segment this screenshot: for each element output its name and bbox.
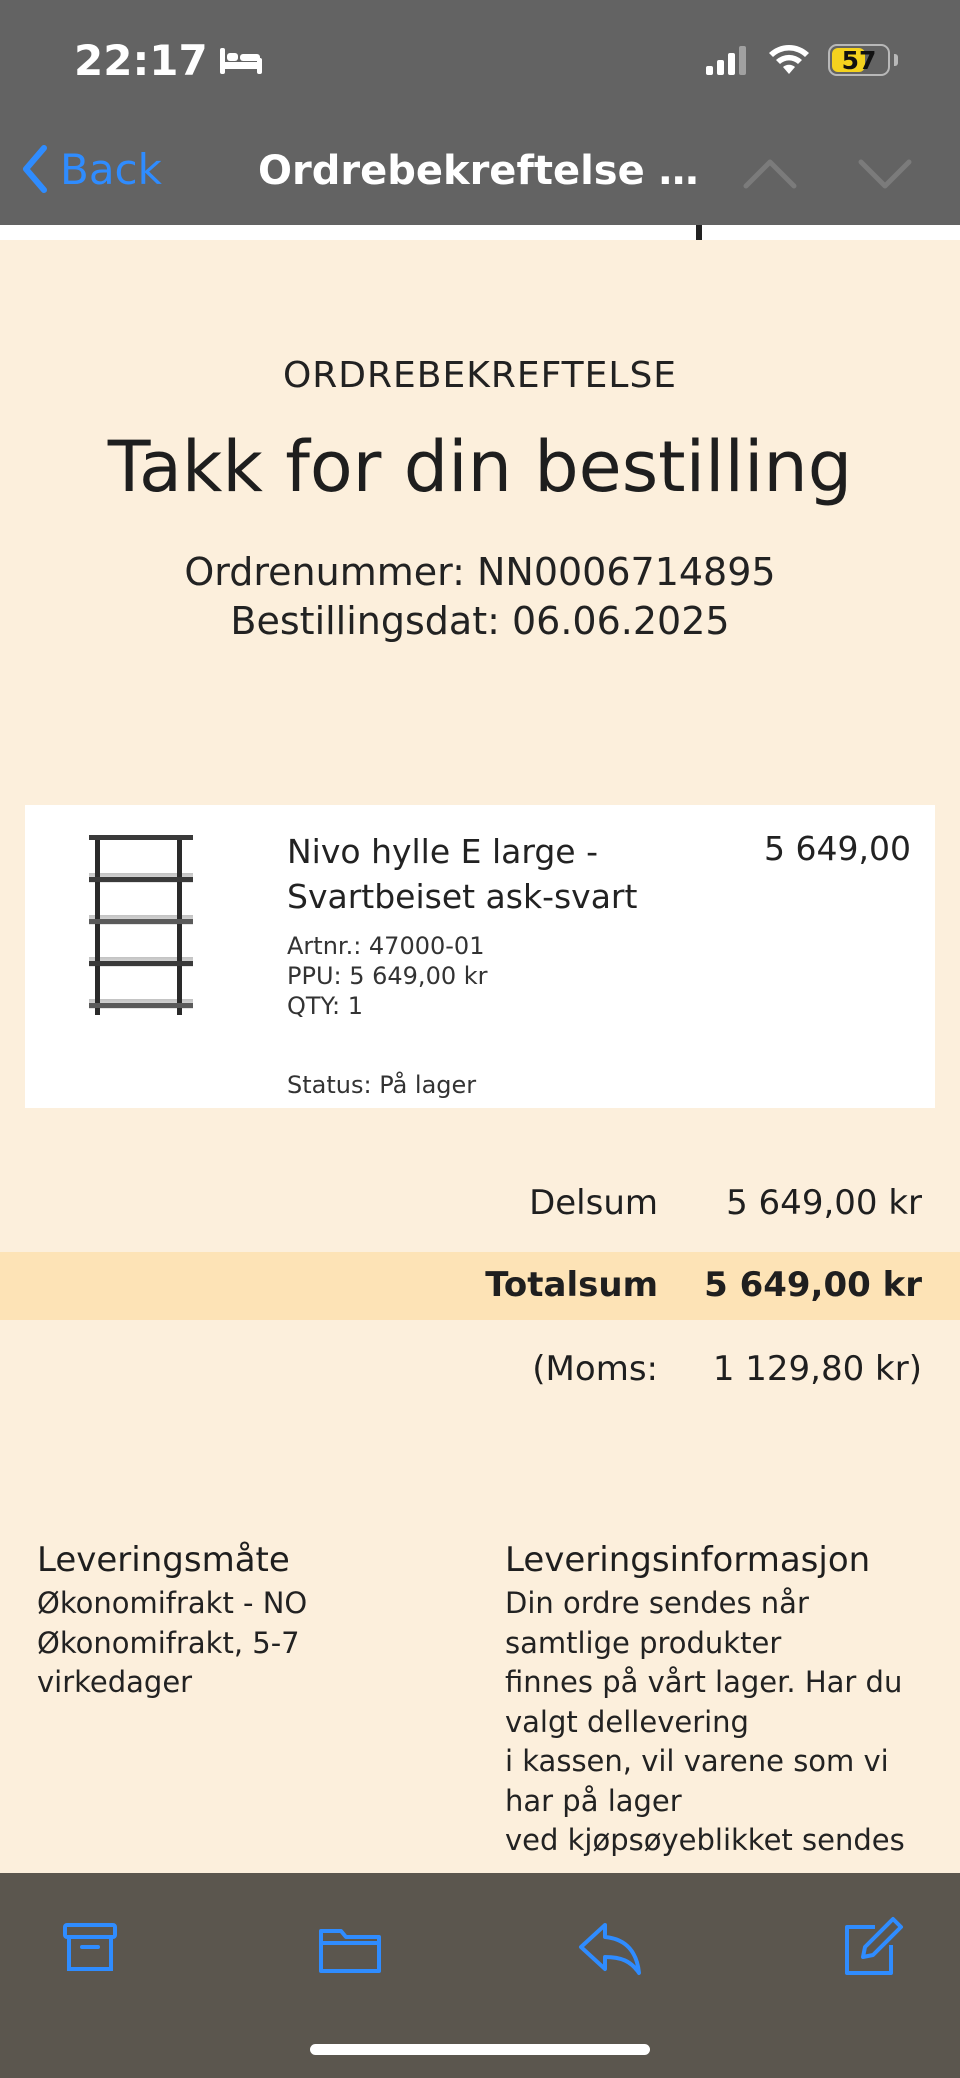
delivery-info-line: har på lager <box>505 1783 682 1818</box>
vat-label: (Moms: <box>532 1349 658 1389</box>
folder-icon[interactable] <box>315 1913 385 1983</box>
archive-icon[interactable] <box>55 1913 125 1983</box>
chevron-left-icon <box>23 145 47 193</box>
divider-strip <box>0 225 960 240</box>
delivery-method-heading: Leveringsmåte <box>37 1540 290 1580</box>
page-title: Takk for din bestilling <box>107 426 853 508</box>
product-details: Artnr.: 47000-01 PPU: 5 649,00 kr QTY: 1 <box>287 931 488 1021</box>
email-body: ORDREBEKREFTELSE Takk for din bestilling… <box>0 225 960 1389</box>
previous-message-button[interactable] <box>740 148 800 198</box>
next-message-button[interactable] <box>855 148 915 198</box>
delivery-info-line: valgt dellevering <box>505 1704 749 1739</box>
compose-icon[interactable] <box>835 1913 905 1983</box>
product-ppu: PPU: 5 649,00 kr <box>287 962 488 990</box>
product-name: Nivo hylle E large - Svartbeiset ask-sva… <box>287 832 638 916</box>
delivery-info-heading: Leveringsinformasjon <box>505 1540 871 1580</box>
subtotal-value: 5 649,00 kr <box>726 1183 922 1223</box>
home-indicator <box>310 2044 650 2055</box>
delivery-info-line: ved kjøpsøyeblikket sendes <box>505 1823 905 1857</box>
subtotal-label: Delsum <box>529 1183 658 1223</box>
back-button[interactable]: Back <box>20 144 162 194</box>
product-status: Status: På lager <box>287 1071 477 1099</box>
order-date: Bestillingsdat: 06.06.2025 <box>230 599 730 643</box>
delivery-info-line: samtlige produkter <box>505 1625 782 1660</box>
delivery-info-line: i kassen, vil varene som vi <box>505 1744 889 1778</box>
back-label: Back <box>60 144 162 194</box>
delivery-method-line: Økonomifrakt - NO <box>37 1586 308 1620</box>
order-number: Ordrenummer: NN0006714895 <box>184 550 776 594</box>
email-subject-title: Ordrebekreftelse NN... <box>258 148 708 194</box>
delivery-method: Leveringsmåte Økonomifrakt - NO Økonomif… <box>37 1540 437 1703</box>
product-image <box>89 835 193 1015</box>
product-qty: QTY: 1 <box>287 992 364 1020</box>
navigation-bar: Back Ordrebekreftelse NN... <box>0 130 960 225</box>
confirmation-kicker: ORDREBEKREFTELSE <box>282 355 678 396</box>
vat-row: (Moms: 1 129,80 kr) <box>0 1336 960 1404</box>
sleep-focus-icon <box>219 47 262 74</box>
battery-indicator: 57 <box>828 44 890 76</box>
status-bar: 22:17 57 <box>0 0 960 130</box>
delivery-info-line: finnes på vårt lager. Har du <box>505 1665 903 1699</box>
status-indicators: 57 <box>706 44 898 76</box>
signal-icon <box>706 46 746 75</box>
order-meta: Ordrenummer: NN0006714895 Bestillingsdat… <box>0 548 960 646</box>
delivery-info-line: Din ordre sendes når <box>505 1586 809 1620</box>
delivery-method-line: virkedager <box>37 1665 193 1699</box>
product-price: 5 649,00 <box>764 829 911 868</box>
status-time: 22:17 <box>74 36 264 85</box>
subtotal-row: Delsum 5 649,00 kr <box>0 1170 960 1238</box>
total-label: Totalsum <box>485 1265 658 1305</box>
delivery-information: Leveringsinformasjon Din ordre sendes nå… <box>505 1540 945 1861</box>
wifi-icon <box>769 45 809 74</box>
clock: 22:17 <box>74 36 208 85</box>
vat-value: 1 129,80 kr) <box>712 1349 922 1389</box>
total-row: Totalsum 5 649,00 kr <box>0 1252 960 1320</box>
reply-icon[interactable] <box>575 1913 645 1983</box>
total-value: 5 649,00 kr <box>704 1265 922 1305</box>
battery-level: 57 <box>841 45 877 75</box>
product-artnr: Artnr.: 47000-01 <box>287 932 485 960</box>
delivery-method-line: Økonomifrakt, 5-7 <box>37 1625 300 1660</box>
product-card[interactable]: Nivo hylle E large - Svartbeiset ask-sva… <box>25 805 935 1108</box>
